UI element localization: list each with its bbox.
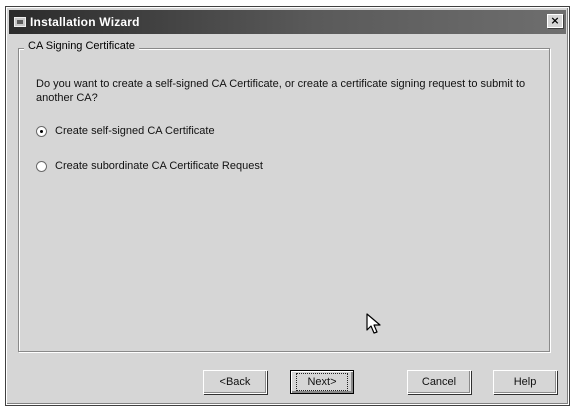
next-button[interactable]: Next>: [290, 370, 354, 394]
group-legend: CA Signing Certificate: [24, 40, 139, 52]
option-self-signed[interactable]: Create self-signed CA Certificate: [36, 125, 215, 137]
cancel-button[interactable]: Cancel: [407, 370, 471, 394]
cancel-button-label: Cancel: [421, 376, 457, 388]
close-icon[interactable]: ×: [547, 14, 563, 28]
option-self-signed-label: Create self-signed CA Certificate: [55, 125, 215, 137]
option-subordinate-request-label: Create subordinate CA Certificate Reques…: [55, 160, 263, 172]
back-button[interactable]: <Back: [203, 370, 267, 394]
option-subordinate-request[interactable]: Create subordinate CA Certificate Reques…: [36, 160, 263, 172]
help-button[interactable]: Help: [493, 370, 557, 394]
radio-subordinate-request[interactable]: [36, 160, 47, 172]
help-button-label: Help: [513, 376, 537, 388]
question-text: Do you want to create a self-signed CA C…: [36, 78, 526, 104]
radio-self-signed[interactable]: [36, 125, 47, 137]
wizard-app-icon: [14, 17, 26, 27]
window-title: Installation Wizard: [30, 15, 140, 29]
next-button-label: Next>: [296, 373, 348, 391]
title-bar[interactable]: Installation Wizard ×: [9, 10, 566, 34]
back-button-label: <Back: [219, 376, 251, 388]
mouse-pointer-icon: [366, 313, 381, 334]
